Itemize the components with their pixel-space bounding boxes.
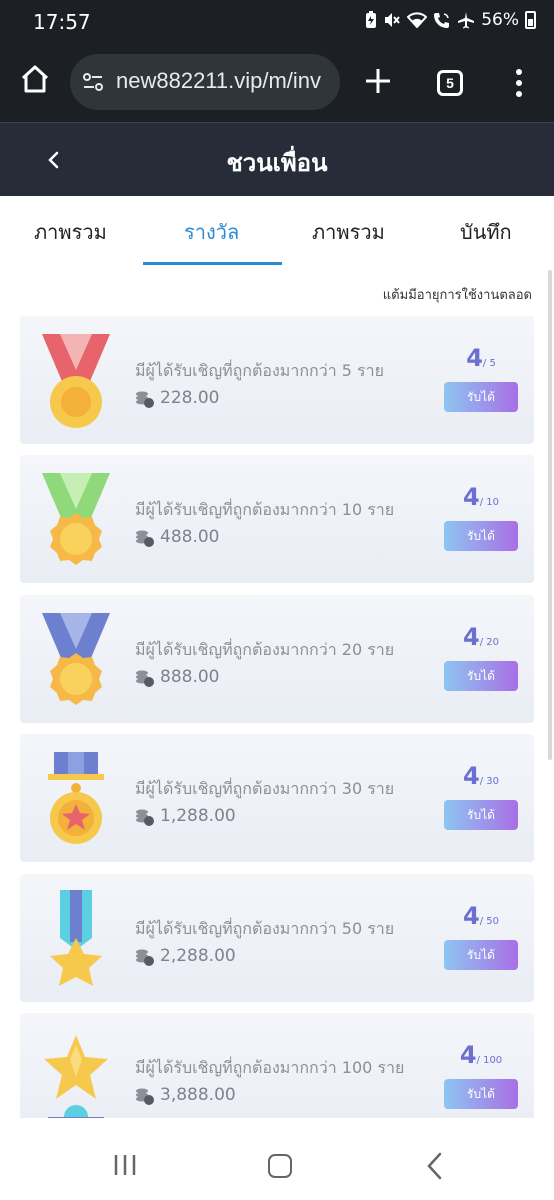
coins-icon (136, 391, 154, 408)
tab-overview[interactable]: ภาพรวม (34, 216, 107, 248)
battery-percent: 56% (481, 10, 519, 30)
star-trophy-icon (44, 1035, 108, 1127)
battery-saver-icon (366, 11, 377, 28)
progress-total: / 20 (479, 637, 499, 648)
coins-icon (136, 949, 154, 966)
status-icons: 56% (365, 10, 536, 30)
site-settings-icon[interactable] (82, 72, 104, 92)
tab-rewards[interactable]: รางวัล (184, 216, 239, 248)
invite-progress: 4/ 5 (444, 344, 518, 372)
progress-total: / 30 (479, 776, 499, 787)
progress-total: / 10 (479, 497, 499, 508)
wifi-calling-icon (434, 13, 450, 28)
coins-icon (136, 530, 154, 547)
invite-progress: 4/ 50 (444, 902, 518, 930)
progress-count: 4 (463, 483, 480, 511)
reward-title: มีผู้ได้รับเชิญที่ถูกต้องมากกว่า 50 ราย (135, 919, 395, 938)
home-icon[interactable] (20, 64, 50, 94)
reward-amount: 888.00 (160, 667, 220, 687)
page-title: ชวนเพื่อน (226, 149, 328, 177)
address-bar[interactable]: new882211.vip/m/inv (70, 54, 340, 110)
invite-progress: 4/ 100 (444, 1041, 518, 1069)
invite-progress: 4/ 10 (444, 483, 518, 511)
claim-button[interactable]: รับได้ (444, 800, 518, 830)
coins-icon (136, 1088, 154, 1105)
reward-title: มีผู้ได้รับเชิญที่ถูกต้องมากกว่า 5 ราย (135, 361, 384, 380)
reward-title: มีผู้ได้รับเชิญที่ถูกต้องมากกว่า 30 ราย (135, 779, 395, 798)
browser-toolbar: new882211.vip/m/inv 5 (0, 44, 554, 122)
claim-button[interactable]: รับได้ (444, 940, 518, 970)
reward-card: มีผู้ได้รับเชิญที่ถูกต้องมากกว่า 20 ราย … (20, 595, 534, 723)
tab-records[interactable]: บันทึก (460, 216, 512, 248)
app-header: ชวนเพื่อน (0, 122, 554, 196)
progress-total: / 5 (482, 358, 496, 369)
progress-count: 4 (463, 762, 480, 790)
reward-amount: 488.00 (160, 527, 220, 547)
reward-title: มีผู้ได้รับเชิญที่ถูกต้องมากกว่า 10 ราย (135, 500, 395, 519)
reward-card: มีผู้ได้รับเชิญที่ถูกต้องมากกว่า 50 ราย … (20, 874, 534, 1002)
reward-amount: 1,288.00 (160, 806, 236, 826)
blue-ribbon-medal-icon (42, 613, 110, 705)
tab-overview-2[interactable]: ภาพรวม (312, 216, 385, 248)
star-medal-icon (48, 752, 104, 844)
progress-total: / 50 (479, 916, 499, 927)
system-navigation-bar (0, 1118, 554, 1200)
progress-count: 4 (463, 902, 480, 930)
wifi-icon (407, 12, 428, 28)
coins-icon (136, 809, 154, 826)
reward-amount: 2,288.00 (160, 946, 236, 966)
progress-count: 4 (466, 344, 483, 372)
home-button-icon[interactable] (268, 1154, 292, 1178)
reward-title: มีผู้ได้รับเชิญที่ถูกต้องมากกว่า 100 ราย (135, 1058, 405, 1077)
url-text[interactable]: new882211.vip/m/inv (116, 68, 336, 94)
airplane-icon (458, 12, 475, 29)
claim-button[interactable]: รับได้ (444, 1079, 518, 1109)
reward-amount: 3,888.00 (160, 1085, 236, 1105)
reward-card: มีผู้ได้รับเชิญที่ถูกต้องมากกว่า 5 ราย 2… (20, 316, 534, 444)
reward-card: มีผู้ได้รับเชิญที่ถูกต้องมากกว่า 10 ราย … (20, 455, 534, 583)
more-menu-icon[interactable] (511, 68, 527, 98)
red-ribbon-medal-icon (42, 334, 110, 428)
claim-button[interactable]: รับได้ (444, 382, 518, 412)
claim-button[interactable]: รับได้ (444, 661, 518, 691)
invite-progress: 4/ 30 (444, 762, 518, 790)
back-nav-icon[interactable] (426, 1152, 444, 1180)
battery-icon (525, 11, 536, 29)
status-time: 17:57 (33, 10, 91, 34)
new-tab-icon[interactable] (363, 66, 393, 96)
progress-total: / 100 (476, 1055, 503, 1066)
reward-title: มีผู้ได้รับเชิญที่ถูกต้องมากกว่า 20 ราย (135, 640, 395, 659)
scrollbar[interactable] (548, 270, 552, 760)
claim-button[interactable]: รับได้ (444, 521, 518, 551)
mute-icon (385, 13, 400, 27)
status-bar: 17:57 56% (0, 0, 554, 44)
progress-count: 4 (463, 623, 480, 651)
active-tab-indicator (143, 262, 282, 265)
recent-apps-icon[interactable] (113, 1154, 137, 1176)
points-validity-note: แต้มมีอายุการใช้งานตลอด (382, 288, 532, 303)
star-ribbon-medal-icon (50, 890, 102, 986)
progress-count: 4 (459, 1041, 477, 1069)
tab-switcher-button[interactable]: 5 (437, 70, 463, 96)
coins-icon (136, 670, 154, 687)
reward-amount: 228.00 (160, 388, 220, 408)
tab-bar: ภาพรวม รางวัล ภาพรวม บันทึก (0, 196, 554, 266)
green-ribbon-medal-icon (42, 473, 110, 565)
reward-card: มีผู้ได้รับเชิญที่ถูกต้องมากกว่า 30 ราย … (20, 734, 534, 862)
invite-progress: 4/ 20 (444, 623, 518, 651)
